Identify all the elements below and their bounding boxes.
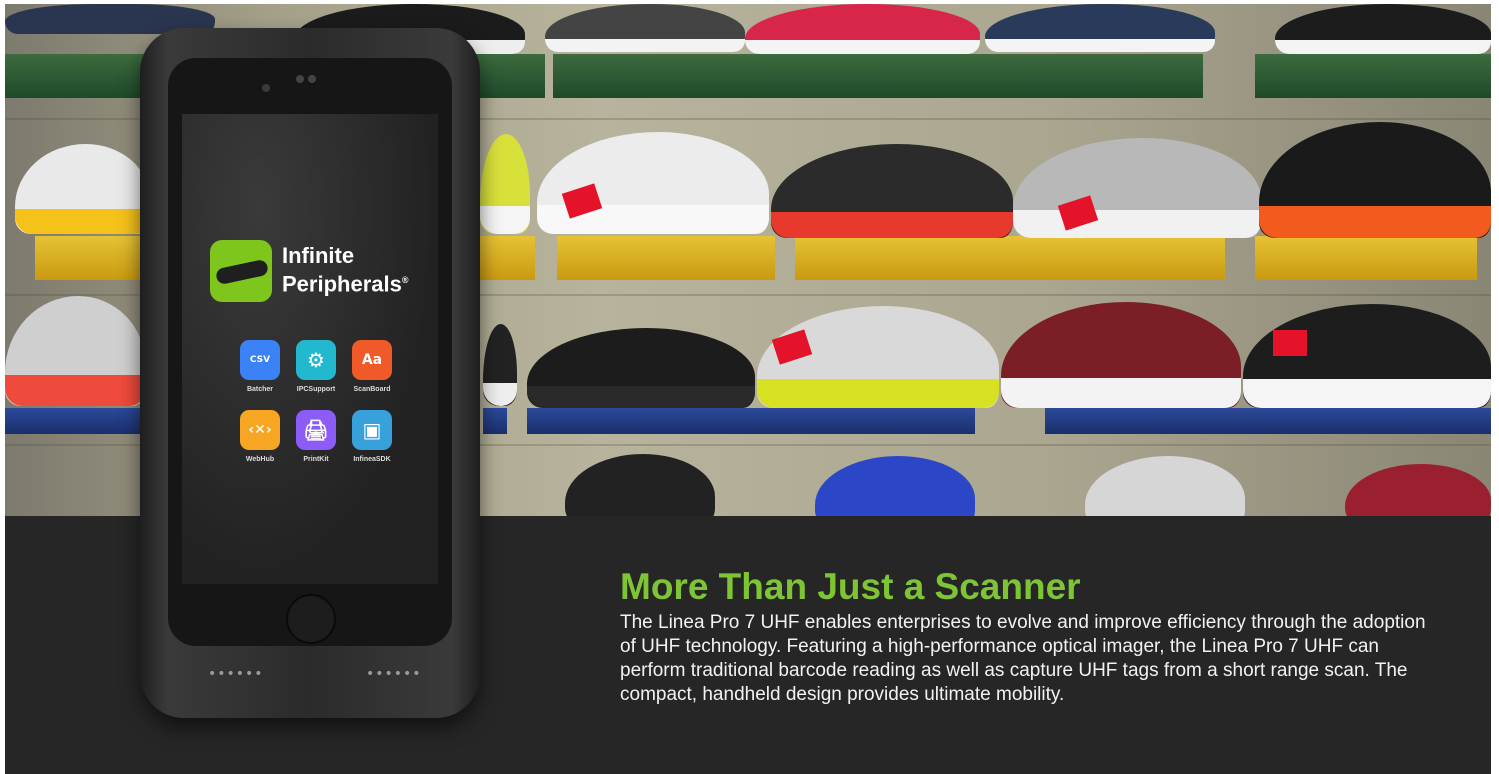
app-batcher[interactable]: CSV Batcher (234, 340, 286, 393)
code-tools-icon: ‹✕› (240, 410, 280, 450)
registered-mark: ® (401, 275, 409, 285)
brand-name: Infinite Peripherals® (282, 244, 408, 296)
csv-file-icon: CSV (240, 340, 280, 380)
printer-icon: 🖨 (296, 410, 336, 450)
phone-camera (262, 84, 270, 92)
section-heading: More Than Just a Scanner (620, 566, 1081, 607)
toolbox-icon: ▣ (352, 410, 392, 450)
app-webhub[interactable]: ‹✕› WebHub (234, 410, 286, 463)
app-label: ScanBoard (353, 386, 391, 393)
feature-copy: More Than Just a Scanner The Linea Pro 7… (620, 565, 1446, 707)
section-body: The Linea Pro 7 UHF enables enterprises … (620, 612, 1426, 705)
app-label: PrintKit (303, 456, 329, 463)
app-label: IPCSupport (296, 386, 336, 393)
app-infineasdk[interactable]: ▣ InfineaSDK (346, 410, 398, 463)
brand-line-1: Infinite (282, 243, 355, 268)
app-label: WebHub (245, 456, 275, 463)
barcode-keyboard-icon: Aa (352, 340, 392, 380)
speaker-grille-left: •••••• (208, 666, 264, 682)
app-label: InfineaSDK (353, 456, 391, 463)
brand-mark-icon (210, 240, 272, 302)
app-ipcsupport[interactable]: ⚙ IPCSupport (290, 340, 342, 393)
gears-icon: ⚙ (296, 340, 336, 380)
home-button[interactable] (286, 594, 336, 644)
app-scanboard[interactable]: Aa ScanBoard (346, 340, 398, 393)
brand-line-2: Peripherals (282, 271, 402, 297)
speaker-grille-right: •••••• (366, 666, 422, 682)
app-label: Batcher (246, 386, 274, 393)
scanner-phone-device: Infinite Peripherals® CSV Batcher ⚙ IPCS… (140, 28, 480, 718)
hero-section: Infinite Peripherals® CSV Batcher ⚙ IPCS… (5, 4, 1491, 774)
infinite-peripherals-logo: Infinite Peripherals® (210, 240, 430, 308)
phone-speaker (294, 68, 326, 83)
app-printkit[interactable]: 🖨 PrintKit (290, 410, 342, 463)
